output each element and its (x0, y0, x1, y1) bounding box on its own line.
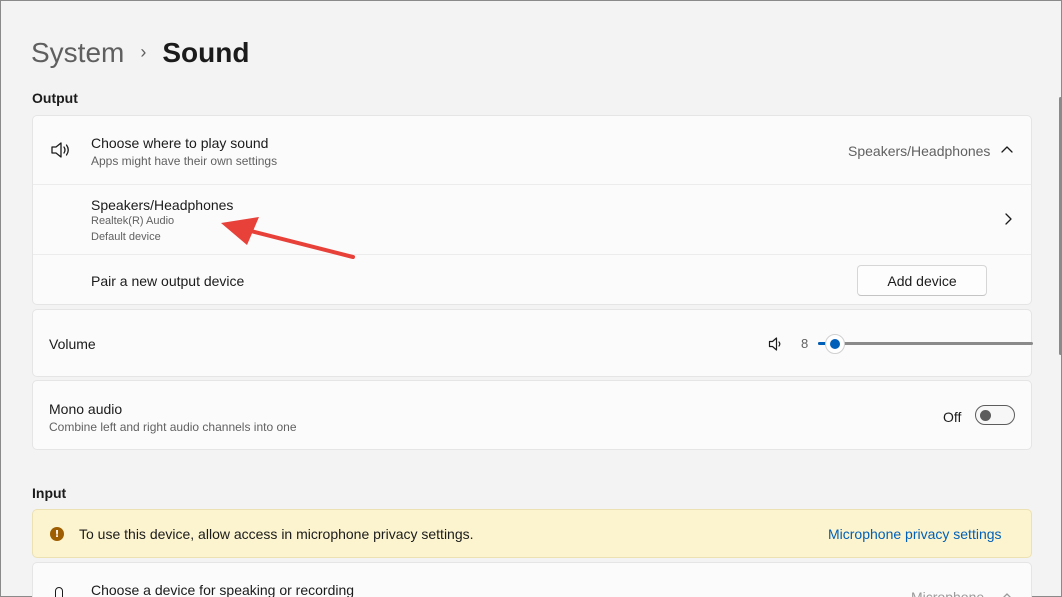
microphone-privacy-text: To use this device, allow access in micr… (79, 526, 474, 542)
output-section-heading: Output (32, 90, 78, 106)
selected-output-device: Speakers/Headphones (848, 143, 991, 159)
sound-settings-page: System › Sound Output Choose where to pl… (1, 1, 1062, 597)
choose-output-row[interactable]: Choose where to play sound Apps might ha… (33, 116, 1031, 184)
input-section-heading: Input (32, 485, 67, 501)
breadcrumb: System › Sound (31, 35, 249, 71)
output-card: Choose where to play sound Apps might ha… (32, 115, 1032, 305)
selected-input-device: Microphone (911, 589, 985, 597)
choose-output-subtitle: Apps might have their own settings (91, 154, 278, 168)
mono-audio-card: Mono audio Combine left and right audio … (32, 380, 1032, 450)
mono-audio-toggle[interactable] (975, 405, 1015, 425)
speaker-icon (50, 141, 72, 159)
breadcrumb-separator: › (140, 41, 147, 62)
add-device-button[interactable]: Add device (857, 265, 987, 296)
choose-output-title: Choose where to play sound (91, 135, 269, 151)
output-device-driver: Realtek(R) Audio (91, 215, 175, 227)
output-device-row[interactable]: Speakers/Headphones Realtek(R) Audio Def… (33, 184, 1031, 254)
volume-slider-track[interactable] (818, 342, 1033, 345)
input-device-card[interactable]: Choose a device for speaking or recordin… (32, 562, 1032, 597)
page-title: Sound (162, 37, 250, 68)
volume-value: 8 (801, 336, 809, 351)
mono-audio-state: Off (943, 409, 962, 425)
pair-output-label: Pair a new output device (91, 273, 245, 289)
volume-slider-thumb[interactable] (825, 334, 845, 354)
chevron-up-icon[interactable] (1001, 145, 1013, 153)
chevron-right-icon[interactable] (1004, 213, 1012, 225)
volume-icon[interactable] (768, 336, 784, 352)
microphone-privacy-settings-link[interactable]: Microphone privacy settings (828, 526, 1002, 542)
mono-audio-subtitle: Combine left and right audio channels in… (49, 420, 297, 434)
pair-output-row: Pair a new output device Add device (33, 254, 1031, 305)
output-device-name: Speakers/Headphones (91, 197, 234, 213)
microphone-icon (55, 587, 63, 597)
output-device-status: Default device (91, 231, 161, 243)
microphone-privacy-notice: ! To use this device, allow access in mi… (32, 509, 1032, 558)
chevron-up-icon[interactable] (1001, 592, 1013, 597)
breadcrumb-system-link[interactable]: System (31, 37, 124, 69)
warning-icon: ! (50, 527, 64, 541)
volume-label: Volume (49, 336, 96, 352)
mono-audio-title: Mono audio (49, 401, 123, 417)
choose-input-title: Choose a device for speaking or recordin… (91, 582, 355, 597)
volume-card: Volume 8 (32, 309, 1033, 377)
